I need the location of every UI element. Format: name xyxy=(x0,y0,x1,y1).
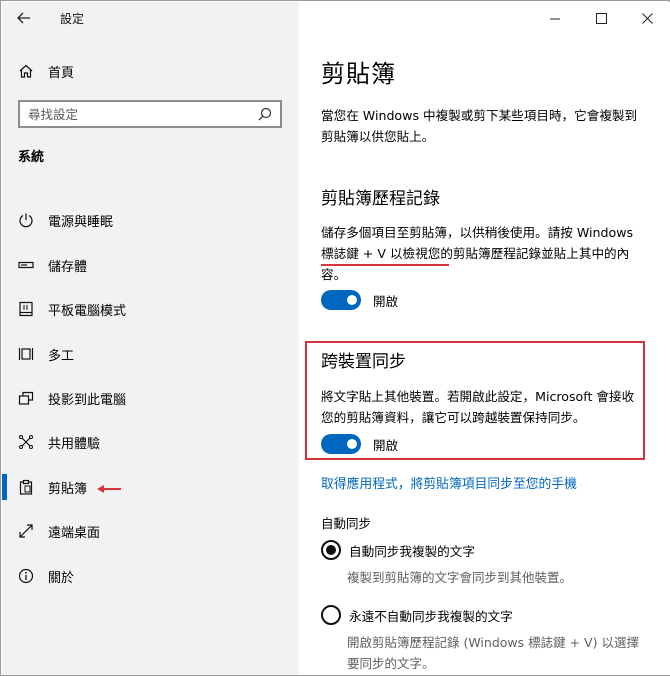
clipboard-icon xyxy=(18,479,34,495)
search-input[interactable] xyxy=(20,106,240,122)
sidebar: 設定 首頁 系統 xyxy=(2,2,299,675)
radio-description: 開啟剪貼簿歷程記錄 (Windows 標誌鍵 + V) 以選擇要同步的文字。 xyxy=(347,635,639,671)
sync-heading: 跨裝置同步 xyxy=(321,352,406,372)
search-box[interactable] xyxy=(18,100,282,128)
sync-toggle-label: 開啟 xyxy=(373,437,399,453)
sidebar-item-tablet-mode[interactable]: 平板電腦模式 xyxy=(2,289,299,329)
sidebar-item-label: 投影到此電腦 xyxy=(48,392,127,408)
sidebar-item-label: 平板電腦模式 xyxy=(48,303,127,319)
main-content: 剪貼簿 當您在 Windows 中複製或剪下某些項目時，它會複製到剪貼簿以供您貼… xyxy=(299,2,670,675)
nav-home-label: 首頁 xyxy=(48,65,75,81)
history-heading: 剪貼簿歷程記錄 xyxy=(321,189,440,209)
sidebar-item-remote-desktop[interactable]: 遠端桌面 xyxy=(2,511,299,551)
window-controls xyxy=(532,2,670,34)
history-toggle-label: 開啟 xyxy=(373,293,399,309)
page-title: 剪貼簿 xyxy=(321,60,396,88)
history-description: 儲存多個項目至剪貼簿，以供稍後使用。請按 Windows 標誌鍵 + V 以檢視… xyxy=(321,225,634,282)
close-icon xyxy=(641,12,653,24)
sync-toggle[interactable] xyxy=(321,434,361,454)
radio-never-sync[interactable]: 永遠不自動同步我複製的文字 xyxy=(321,605,513,625)
intro-text: 當您在 Windows 中複製或剪下某些項目時，它會複製到剪貼簿以供您貼上。 xyxy=(321,108,638,144)
sync-description: 將文字貼上其他裝置。若開啟此設定，Microsoft 會接收您的剪貼簿資料，讓它… xyxy=(321,389,635,425)
multitasking-icon xyxy=(18,346,34,362)
sidebar-item-label: 電源與睡眠 xyxy=(48,214,114,230)
get-app-link[interactable]: 取得應用程式，將剪貼簿項目同步至您的手機 xyxy=(321,473,577,492)
sidebar-item-about[interactable]: 關於 xyxy=(2,556,299,596)
settings-window: 設定 首頁 系統 xyxy=(0,0,670,676)
remote-desktop-icon xyxy=(18,523,34,539)
history-toggle-row: 開啟 xyxy=(321,289,398,311)
radio-description: 複製到剪貼簿的文字會同步到其他裝置。 xyxy=(347,570,573,585)
sidebar-item-label: 關於 xyxy=(48,570,75,586)
back-arrow-icon xyxy=(17,12,30,24)
info-icon xyxy=(18,568,34,584)
sidebar-item-storage[interactable]: 儲存體 xyxy=(2,245,299,285)
nav-home[interactable]: 首頁 xyxy=(2,54,299,88)
section-label-system: 系統 xyxy=(18,150,45,165)
storage-icon xyxy=(18,257,34,273)
sidebar-item-label: 儲存體 xyxy=(48,259,88,275)
projecting-icon xyxy=(18,390,34,406)
sidebar-item-label: 共用體驗 xyxy=(48,436,101,452)
back-button[interactable] xyxy=(2,2,46,34)
annotation-arrow-icon xyxy=(97,485,121,493)
auto-sync-label: 自動同步 xyxy=(321,516,372,531)
minimize-icon xyxy=(549,18,560,19)
maximize-button[interactable] xyxy=(578,2,624,34)
annotation-underline xyxy=(321,264,449,266)
minimize-button[interactable] xyxy=(532,2,578,34)
sidebar-item-shared-experiences[interactable]: 共用體驗 xyxy=(2,422,299,462)
radio-button-selected[interactable] xyxy=(321,540,341,560)
home-icon xyxy=(18,63,34,79)
power-icon xyxy=(18,212,34,228)
sidebar-item-label: 剪貼簿 xyxy=(48,481,88,497)
sync-toggle-row: 開啟 xyxy=(321,433,398,455)
history-toggle[interactable] xyxy=(321,290,361,310)
sidebar-item-label: 遠端桌面 xyxy=(48,525,101,541)
sidebar-item-clipboard[interactable]: 剪貼簿 xyxy=(2,467,299,507)
close-button[interactable] xyxy=(624,2,670,34)
maximize-icon xyxy=(595,12,607,24)
shared-experiences-icon xyxy=(18,434,34,450)
sidebar-item-label: 多工 xyxy=(48,348,75,364)
radio-label: 永遠不自動同步我複製的文字 xyxy=(349,608,513,624)
tablet-icon xyxy=(18,301,34,317)
sidebar-item-projecting[interactable]: 投影到此電腦 xyxy=(2,378,299,418)
app-title: 設定 xyxy=(60,11,85,26)
radio-button[interactable] xyxy=(321,605,341,625)
radio-auto-sync[interactable]: 自動同步我複製的文字 xyxy=(321,540,475,560)
sidebar-item-multitasking[interactable]: 多工 xyxy=(2,334,299,374)
radio-label: 自動同步我複製的文字 xyxy=(349,543,475,559)
title-bar: 設定 xyxy=(2,2,299,34)
search-icon[interactable] xyxy=(258,107,272,121)
sidebar-item-power-sleep[interactable]: 電源與睡眠 xyxy=(2,200,299,240)
